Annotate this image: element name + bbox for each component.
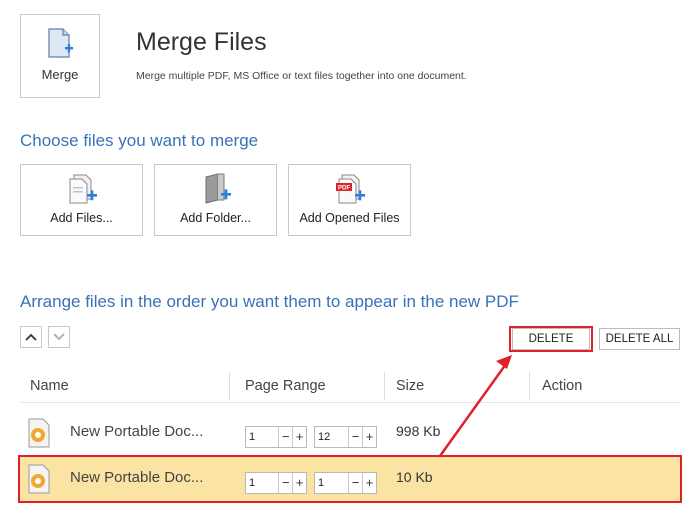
column-size[interactable]: Size: [396, 370, 424, 402]
add-folder-button[interactable]: Add Folder...: [154, 164, 277, 236]
arrange-files-heading: Arrange files in the order you want them…: [20, 292, 519, 311]
delete-highlight-box: [509, 326, 593, 352]
column-name[interactable]: Name: [30, 370, 69, 402]
column-action[interactable]: Action: [542, 370, 582, 402]
pdf-document-icon: [26, 418, 52, 448]
add-opened-files-button[interactable]: PDF Add Opened Files: [288, 164, 411, 236]
decrement-button[interactable]: −: [278, 427, 292, 447]
page-from-stepper[interactable]: 1 − +: [245, 426, 307, 448]
file-name: New Portable Doc...: [70, 423, 204, 440]
column-page-range[interactable]: Page Range: [245, 370, 326, 402]
selected-row-highlight-box: [18, 455, 682, 503]
page-title: Merge Files: [136, 28, 267, 56]
column-divider: [384, 372, 385, 400]
column-divider: [229, 372, 230, 400]
increment-button[interactable]: +: [292, 427, 306, 447]
increment-button[interactable]: +: [362, 427, 376, 447]
choose-files-heading: Choose files you want to merge: [20, 131, 259, 150]
svg-text:PDF: PDF: [338, 186, 350, 192]
file-size: 998 Kb: [396, 423, 441, 439]
chevron-up-icon: [25, 333, 37, 341]
delete-all-button[interactable]: DELETE ALL: [599, 328, 680, 350]
add-files-button[interactable]: Add Files...: [20, 164, 143, 236]
add-opened-files-label: Add Opened Files: [299, 211, 400, 225]
move-up-button[interactable]: [20, 326, 42, 348]
merge-tile[interactable]: Merge: [20, 14, 100, 98]
page-subtitle: Merge multiple PDF, MS Office or text fi…: [136, 70, 467, 82]
chevron-down-icon: [53, 333, 65, 341]
add-files-label: Add Files...: [50, 211, 113, 225]
table-row[interactable]: New Portable Doc... 1 − + 12 − + 998 Kb: [20, 410, 680, 456]
column-divider: [529, 372, 530, 400]
table-header: Name Page Range Size Action: [20, 370, 680, 403]
add-opened-files-icon: PDF: [332, 171, 368, 207]
page-to-value[interactable]: 12: [315, 427, 348, 447]
page-from-value[interactable]: 1: [246, 427, 278, 447]
move-down-button[interactable]: [48, 326, 70, 348]
page-to-stepper[interactable]: 12 − +: [314, 426, 377, 448]
merge-icon: [45, 27, 75, 61]
merge-tile-label: Merge: [41, 67, 79, 82]
add-files-icon: [64, 171, 100, 207]
add-folder-label: Add Folder...: [180, 211, 251, 225]
add-folder-icon: [198, 171, 234, 207]
decrement-button[interactable]: −: [348, 427, 362, 447]
